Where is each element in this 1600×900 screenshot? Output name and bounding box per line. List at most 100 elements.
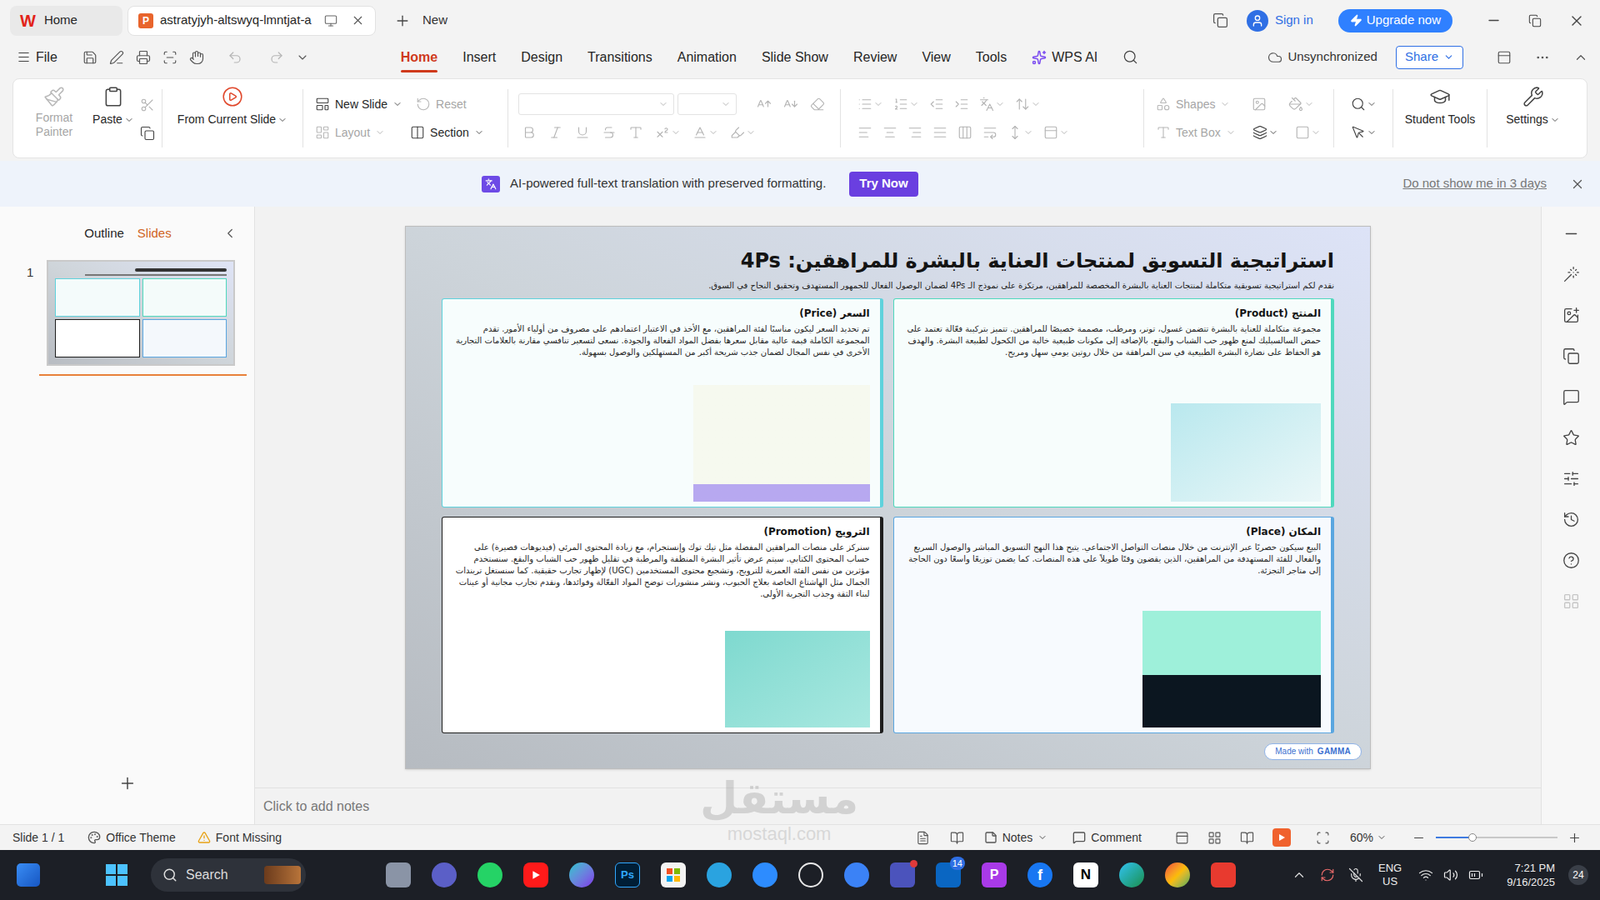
apps-icon[interactable]: [1562, 592, 1580, 610]
format-painter[interactable]: Format Painter: [21, 79, 87, 158]
slideshow-button[interactable]: [1272, 828, 1291, 847]
more-quick-icon[interactable]: [295, 50, 310, 65]
more-icon[interactable]: [1535, 50, 1550, 65]
file-explorer-app[interactable]: [381, 858, 415, 892]
italic[interactable]: [548, 120, 564, 145]
collapse-ribbon-icon[interactable]: [1573, 50, 1589, 65]
tray-overflow-icon[interactable]: [1291, 867, 1307, 883]
dropdown-caret-icon[interactable]: [1310, 127, 1321, 138]
teams-app[interactable]: [885, 858, 920, 892]
close-tab-icon[interactable]: [350, 13, 365, 28]
dropdown-caret-icon[interactable]: [1304, 99, 1315, 110]
menu-tab[interactable]: Transitions: [587, 40, 653, 74]
settings[interactable]: Settings: [1500, 79, 1565, 158]
font-color[interactable]: [692, 120, 719, 145]
wifi-icon[interactable]: [1418, 867, 1434, 883]
font-size-field[interactable]: [677, 93, 737, 115]
notion-app[interactable]: N: [1069, 858, 1103, 892]
window-switch-icon[interactable]: [1212, 12, 1229, 29]
search-icon[interactable]: [1122, 49, 1139, 65]
made-with-badge[interactable]: Made withGAMMA: [1264, 743, 1362, 760]
collapse-icon[interactable]: [1562, 225, 1580, 243]
edit-icon[interactable]: [109, 50, 125, 65]
menu-tab[interactable]: WPS AI: [1031, 40, 1098, 74]
layout[interactable]: Layout: [315, 120, 385, 145]
picture[interactable]: [1251, 92, 1267, 116]
hand-icon[interactable]: [189, 50, 205, 65]
distribute[interactable]: [957, 120, 973, 145]
strategy-card[interactable]: المكان (Place)البيع سيكون حصريًا عبر الإ…: [893, 516, 1335, 734]
whatsapp-app[interactable]: [473, 858, 507, 892]
youtube-app[interactable]: [519, 858, 553, 892]
share-button[interactable]: Share: [1395, 45, 1464, 70]
plus-icon[interactable]: [394, 12, 411, 30]
add-slide-icon[interactable]: [118, 774, 137, 793]
properties-icon[interactable]: [1562, 470, 1580, 488]
clock[interactable]: 7:21 PM9/16/2025: [1506, 860, 1555, 890]
taskbar-search[interactable]: Search: [150, 858, 306, 892]
minimize-icon[interactable]: [1485, 12, 1502, 29]
dropdown-caret-icon[interactable]: [392, 99, 403, 110]
store-app[interactable]: [656, 858, 690, 892]
upgrade-button[interactable]: Upgrade now: [1338, 9, 1453, 33]
dropdown-caret-icon[interactable]: [745, 127, 756, 138]
sign-in-button[interactable]: Sign in: [1246, 10, 1314, 32]
font-missing-warning[interactable]: Font Missing: [197, 829, 282, 847]
dropdown-caret-icon[interactable]: [1376, 832, 1387, 843]
dropdown-caret-icon[interactable]: [658, 99, 669, 110]
panel-tab[interactable]: Slides: [137, 224, 172, 244]
copy[interactable]: [140, 121, 155, 145]
dropdown-caret-icon[interactable]: [670, 127, 681, 138]
strikethrough[interactable]: [601, 120, 617, 145]
strategy-card[interactable]: الترويج (Promotion)سنركز على منصات المرا…: [441, 516, 884, 734]
clear-format[interactable]: [810, 92, 825, 116]
dismiss-link[interactable]: Do not show me in 3 days: [1402, 174, 1547, 194]
zoom-slider-thumb[interactable]: [1468, 833, 1477, 842]
paste[interactable]: Paste: [87, 79, 140, 158]
battery-icon[interactable]: [1468, 867, 1484, 883]
menu-icon[interactable]: [16, 50, 31, 65]
font-name-field[interactable]: [518, 93, 675, 115]
widgets-icon[interactable]: [16, 863, 40, 887]
print-preview-icon[interactable]: [162, 50, 178, 65]
fill[interactable]: [1288, 92, 1315, 116]
menu-tab[interactable]: Insert: [462, 40, 496, 74]
video-call-app[interactable]: [427, 858, 461, 892]
picsart-app[interactable]: P: [977, 858, 1011, 892]
close-notice-icon[interactable]: [1570, 176, 1585, 192]
dropdown-caret-icon[interactable]: [1550, 115, 1560, 125]
present-icon[interactable]: [324, 14, 338, 28]
dropdown-caret-icon[interactable]: [909, 99, 920, 110]
sorter-view-icon[interactable]: [1207, 830, 1222, 845]
dropdown-caret-icon[interactable]: [873, 99, 884, 110]
find[interactable]: [1350, 92, 1377, 116]
input-language[interactable]: ENGUS: [1378, 861, 1402, 889]
canva-app[interactable]: [565, 858, 599, 892]
dropdown-caret-icon[interactable]: [720, 99, 731, 110]
superscript[interactable]: [655, 120, 681, 145]
justify[interactable]: [932, 120, 948, 145]
from-current-slide[interactable]: From Current Slide: [172, 79, 293, 158]
increase-indent[interactable]: [954, 92, 970, 116]
undo-icon[interactable]: [227, 50, 243, 65]
sync-status[interactable]: Unsynchronized: [1267, 47, 1378, 67]
grow-font[interactable]: [756, 92, 772, 116]
notes-toggle[interactable]: Notes: [984, 829, 1049, 847]
telegram-app[interactable]: [702, 858, 736, 892]
vertical-align[interactable]: [1043, 120, 1070, 145]
magic-icon[interactable]: [1562, 265, 1580, 284]
menu-tab[interactable]: Slide Show: [761, 40, 829, 74]
dropdown-caret-icon[interactable]: [1220, 99, 1230, 110]
menu-tab[interactable]: Tools: [975, 40, 1007, 74]
slide-thumbnail[interactable]: [46, 260, 235, 366]
window-tab[interactable]: Pastratyjyh-altswyq-lmntjat-a: [127, 5, 376, 36]
panel-tab[interactable]: Outline: [84, 224, 125, 244]
line-spacing[interactable]: [1007, 120, 1034, 145]
windows-start-icon[interactable]: [105, 863, 129, 887]
fit-icon[interactable]: [1315, 830, 1330, 845]
section[interactable]: Section: [410, 120, 485, 145]
theme-indicator[interactable]: Office Theme: [87, 829, 176, 847]
dropdown-caret-icon[interactable]: [1023, 127, 1034, 138]
menu-tab[interactable]: Review: [853, 40, 897, 74]
menu-tab[interactable]: View: [921, 40, 950, 74]
